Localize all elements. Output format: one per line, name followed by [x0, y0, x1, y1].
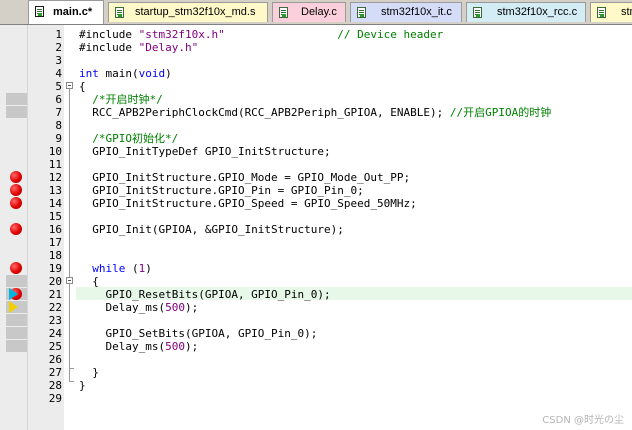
line-number: 9	[55, 132, 62, 145]
fold-guide-main	[69, 89, 70, 381]
code-line[interactable]: /*开启时钟*/	[79, 93, 163, 106]
watermark: CSDN @时光の尘	[542, 415, 624, 426]
document-icon	[473, 7, 482, 18]
line-number: 5	[55, 80, 62, 93]
line-number: 8	[55, 119, 62, 132]
fold-end-while	[69, 368, 74, 369]
code-coverage-marker	[6, 106, 27, 118]
line-number: 4	[55, 67, 62, 80]
next-statement-arrow-icon	[9, 301, 18, 313]
code-coverage-marker	[6, 314, 27, 326]
line-number: 7	[55, 106, 62, 119]
code-line[interactable]: GPIO_InitStructure.GPIO_Pin = GPIO_Pin_0…	[79, 184, 364, 197]
breakpoint-icon[interactable]	[10, 223, 22, 235]
line-number: 3	[55, 54, 62, 67]
code-coverage-marker	[6, 340, 27, 352]
line-number: 10	[48, 145, 62, 158]
document-icon	[35, 6, 44, 17]
line-number: 18	[48, 249, 62, 262]
fold-toggle-main[interactable]	[66, 82, 73, 89]
line-number: 20	[48, 275, 62, 288]
tab-label: stm32f10x_it.c	[381, 6, 452, 18]
tab-stm3-truncated[interactable]: stm3	[590, 2, 632, 22]
breakpoint-icon[interactable]	[10, 184, 22, 196]
tab-label: stm32f10x_rcc.c	[497, 6, 578, 18]
tab-label: main.c*	[53, 6, 93, 18]
line-number: 29	[48, 392, 62, 405]
document-icon	[279, 7, 288, 18]
line-number: 2	[55, 41, 62, 54]
tab-label: startup_stm32f10x_md.s	[135, 6, 256, 18]
line-number: 22	[48, 301, 62, 314]
line-number: 28	[48, 379, 62, 392]
code-line[interactable]: /*GPIO初始化*/	[79, 132, 178, 145]
breakpoint-icon[interactable]	[10, 197, 22, 209]
document-icon	[357, 7, 366, 18]
code-line[interactable]: GPIO_SetBits(GPIOA, GPIO_Pin_0);	[79, 327, 317, 340]
line-number: 16	[48, 223, 62, 236]
code-line[interactable]: #include "Delay.h"	[79, 41, 198, 54]
line-number: 11	[48, 158, 62, 171]
line-number: 6	[55, 93, 62, 106]
tab-stm32f10x-rcc-c[interactable]: stm32f10x_rcc.c	[466, 2, 586, 22]
code-line[interactable]: {	[79, 275, 99, 288]
line-number: 14	[48, 197, 62, 210]
breakpoint-icon[interactable]	[10, 262, 22, 274]
code-line[interactable]: GPIO_InitStructure.GPIO_Speed = GPIO_Spe…	[79, 197, 417, 210]
fold-toggle-while[interactable]	[66, 277, 73, 284]
code-line[interactable]: RCC_APB2PeriphClockCmd(RCC_APB2Periph_GP…	[79, 106, 551, 119]
line-number: 1	[55, 28, 62, 41]
code-line[interactable]: GPIO_Init(GPIOA, &GPIO_InitStructure);	[79, 223, 344, 236]
tab-startup-stm32f10x-md-s[interactable]: startup_stm32f10x_md.s	[108, 2, 268, 22]
line-number: 25	[48, 340, 62, 353]
code-line[interactable]: Delay_ms(500);	[79, 301, 198, 314]
line-number: 27	[48, 366, 62, 379]
code-line[interactable]: GPIO_InitStructure.GPIO_Mode = GPIO_Mode…	[79, 171, 410, 184]
line-number: 15	[48, 210, 62, 223]
code-line[interactable]: #include "stm32f10x.h" // Device header	[79, 28, 443, 41]
code-coverage-marker	[6, 275, 27, 287]
tab-main-c[interactable]: main.c*	[28, 0, 104, 24]
code-line[interactable]: while (1)	[79, 262, 152, 275]
line-number: 26	[48, 353, 62, 366]
code-coverage-marker	[6, 93, 27, 105]
line-number: 21	[48, 288, 62, 301]
tab-label: stm3	[621, 6, 632, 18]
tab-stm32f10x-it-c[interactable]: stm32f10x_it.c	[350, 2, 462, 22]
line-number: 17	[48, 236, 62, 249]
fold-end-main	[69, 381, 74, 382]
code-line[interactable]: }	[79, 366, 99, 379]
code-coverage-marker	[6, 327, 27, 339]
code-line[interactable]: }	[79, 379, 86, 392]
document-icon	[115, 7, 124, 18]
editor-tab-bar: main.c* startup_stm32f10x_md.s Delay.c s…	[0, 0, 632, 25]
line-number: 23	[48, 314, 62, 327]
line-number: 13	[48, 184, 62, 197]
line-number: 12	[48, 171, 62, 184]
code-line[interactable]: Delay_ms(500);	[79, 340, 198, 353]
tab-label: Delay.c	[301, 6, 337, 18]
code-line[interactable]: {	[79, 80, 86, 93]
code-line[interactable]: GPIO_InitTypeDef GPIO_InitStructure;	[79, 145, 330, 158]
breakpoint-icon[interactable]	[10, 171, 22, 183]
document-icon	[597, 7, 606, 18]
current-line-arrow-icon	[9, 288, 18, 300]
line-number: 24	[48, 327, 62, 340]
line-number: 19	[48, 262, 62, 275]
tab-delay-c[interactable]: Delay.c	[272, 2, 346, 22]
code-line[interactable]: int main(void)	[79, 67, 172, 80]
code-line[interactable]: GPIO_ResetBits(GPIOA, GPIO_Pin_0);	[79, 288, 330, 301]
